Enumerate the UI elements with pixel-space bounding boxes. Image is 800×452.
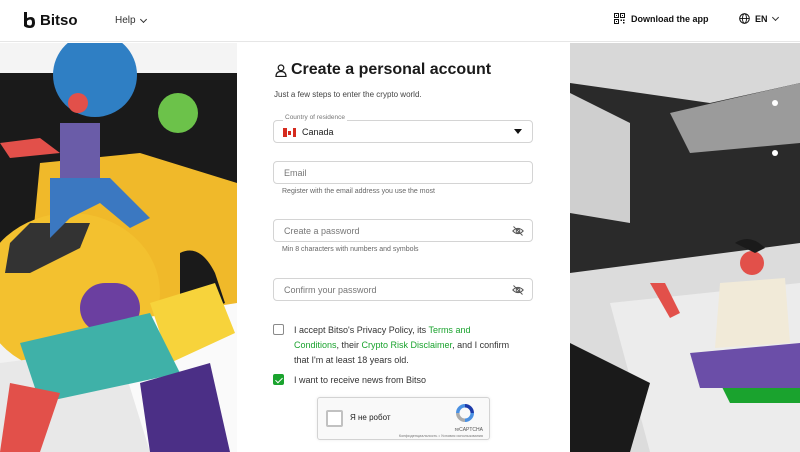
recaptcha-terms[interactable]: Конфиденциальность • Условия использован…	[399, 434, 483, 438]
chevron-down-icon	[771, 13, 779, 21]
language-label: EN	[755, 13, 768, 24]
download-app-button[interactable]: Download the app	[614, 13, 709, 24]
email-hint: Register with the email address you use …	[282, 188, 435, 195]
recaptcha-label: Я не робот	[350, 413, 391, 422]
right-illustration	[570, 43, 800, 452]
caret-down-icon	[514, 129, 522, 134]
password-hint: Min 8 characters with numbers and symbol…	[282, 246, 419, 253]
recaptcha-brand: reCAPTCHA	[454, 427, 483, 433]
page-subtitle: Just a few steps to enter the crypto wor…	[274, 90, 422, 99]
people-floating-illustration	[0, 43, 237, 452]
brand-name: Bitso	[40, 12, 78, 29]
recaptcha-checkbox[interactable]	[326, 410, 343, 427]
recaptcha-widget: Я не робот reCAPTCHA Конфиденциальность …	[317, 397, 490, 440]
email-placeholder: Email	[284, 168, 307, 178]
help-label: Help	[115, 15, 136, 26]
qr-code-icon	[614, 13, 625, 24]
signup-form-panel: Create a personal account Just a few ste…	[237, 43, 570, 452]
page-title: Create a personal account	[291, 61, 492, 78]
meditating-person-illustration	[570, 43, 800, 452]
email-field[interactable]: Email	[273, 161, 533, 184]
download-label: Download the app	[631, 13, 709, 24]
bitso-logo[interactable]: Bitso	[22, 12, 78, 29]
globe-icon	[739, 13, 750, 24]
left-illustration	[0, 43, 237, 452]
user-icon	[275, 63, 287, 77]
country-select[interactable]: Country of residence Canada	[273, 114, 533, 143]
eye-off-icon[interactable]	[512, 284, 524, 296]
top-navbar: Bitso Help Download the app EN	[0, 0, 800, 42]
confirm-password-field[interactable]: Confirm your password	[273, 278, 533, 301]
chevron-down-icon	[139, 15, 147, 23]
form-title: Create a personal account	[275, 61, 491, 79]
confirm-password-placeholder: Confirm your password	[284, 285, 377, 295]
news-label: I want to receive news from Bitso	[294, 375, 427, 385]
recaptcha-logo-icon	[456, 404, 474, 422]
bitso-logo-icon	[24, 12, 35, 28]
password-field[interactable]: Create a password	[273, 219, 533, 242]
terms-checkbox[interactable]	[273, 324, 284, 335]
country-value: Canada	[302, 127, 334, 137]
language-selector[interactable]: EN	[739, 13, 779, 24]
crypto-risk-disclaimer-link[interactable]: Crypto Risk Disclaimer	[362, 340, 453, 350]
terms-text-part: I accept Bitso's Privacy Policy, its	[294, 325, 429, 335]
help-menu[interactable]: Help	[115, 15, 147, 26]
terms-text: I accept Bitso's Privacy Policy, its Ter…	[294, 323, 514, 368]
country-label: Country of residence	[283, 114, 347, 121]
eye-off-icon[interactable]	[512, 225, 524, 237]
news-checkbox[interactable]	[273, 374, 284, 385]
password-placeholder: Create a password	[284, 226, 360, 236]
canada-flag-icon	[283, 128, 296, 137]
news-consent-row: I want to receive news from Bitso	[273, 373, 514, 388]
terms-text-part: , their	[336, 340, 362, 350]
terms-consent-row: I accept Bitso's Privacy Policy, its Ter…	[273, 323, 514, 368]
